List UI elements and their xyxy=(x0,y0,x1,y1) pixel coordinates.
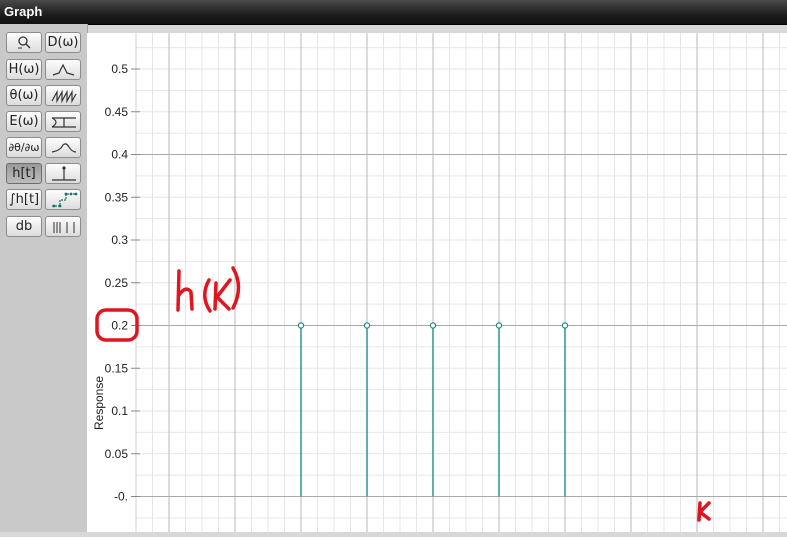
impulse-response-button[interactable]: h[t] xyxy=(6,163,42,184)
bars-icon xyxy=(53,222,75,233)
peak-response-icon xyxy=(52,63,75,76)
plot-area[interactable]: 0.5 0.45 0.4 0.35 0.3 0.25 0.2 0.15 0.1 0.05 -0. Re… xyxy=(87,33,787,532)
step-response-icon xyxy=(52,192,78,208)
y-tick-label: 0.25 xyxy=(105,276,129,290)
y-tick-label: 0.05 xyxy=(105,447,129,461)
y-tick-label: 0.45 xyxy=(105,105,129,119)
stem-marker xyxy=(561,322,569,329)
graph-toolbar: D(ω) H(ω) θ(ω) E(ω) ∂θ/∂ω h[t] ∫h[t] db xyxy=(0,24,88,532)
step-button[interactable] xyxy=(45,189,81,210)
theta-omega-button[interactable]: θ(ω) xyxy=(6,85,42,106)
zoom-button[interactable] xyxy=(6,32,42,53)
error-band-icon xyxy=(51,117,76,128)
group-delay-curve-icon xyxy=(51,143,77,153)
stem-marker xyxy=(495,322,503,329)
y-axis-label: Response xyxy=(92,376,106,430)
y-tick-label: 0.4 xyxy=(111,148,128,162)
y-tick-label: 0.35 xyxy=(105,190,129,204)
stem-marker xyxy=(429,322,437,329)
y-tick-label: 0.2 xyxy=(111,319,128,333)
y-tick-label: 0.1 xyxy=(111,404,128,418)
sawtooth-phase-button[interactable] xyxy=(45,85,81,106)
y-tick-label: 0.15 xyxy=(105,361,129,375)
y-tick-label: 0.3 xyxy=(111,233,128,247)
h-omega-button[interactable]: H(ω) xyxy=(6,59,42,80)
zoom-icon xyxy=(18,36,31,49)
step-response-button[interactable]: ∫h[t] xyxy=(6,189,42,210)
bars-button[interactable] xyxy=(45,216,81,237)
stem-chart: 0.5 0.45 0.4 0.35 0.3 0.25 0.2 0.15 0.1 0.05 -0. Re… xyxy=(92,33,787,532)
stem-marker xyxy=(363,322,371,329)
impulse-icon xyxy=(52,166,76,181)
stem-marker xyxy=(297,322,305,329)
window-title: Graph xyxy=(4,4,43,19)
peak-response-button[interactable] xyxy=(45,59,81,80)
impulse-button[interactable] xyxy=(45,163,81,184)
sawtooth-phase-icon xyxy=(51,89,77,104)
group-delay-curve-button[interactable] xyxy=(45,137,81,158)
y-tick-label: 0.5 xyxy=(111,62,128,76)
d-omega-button[interactable]: D(ω) xyxy=(45,32,81,53)
e-omega-button[interactable]: E(ω) xyxy=(6,111,42,132)
error-band-button[interactable] xyxy=(45,111,81,132)
window-titlebar: Graph xyxy=(0,0,787,25)
db-button[interactable]: db xyxy=(6,216,42,237)
y-tick-label: -0. xyxy=(114,490,128,504)
group-delay-button[interactable]: ∂θ/∂ω xyxy=(6,137,42,158)
